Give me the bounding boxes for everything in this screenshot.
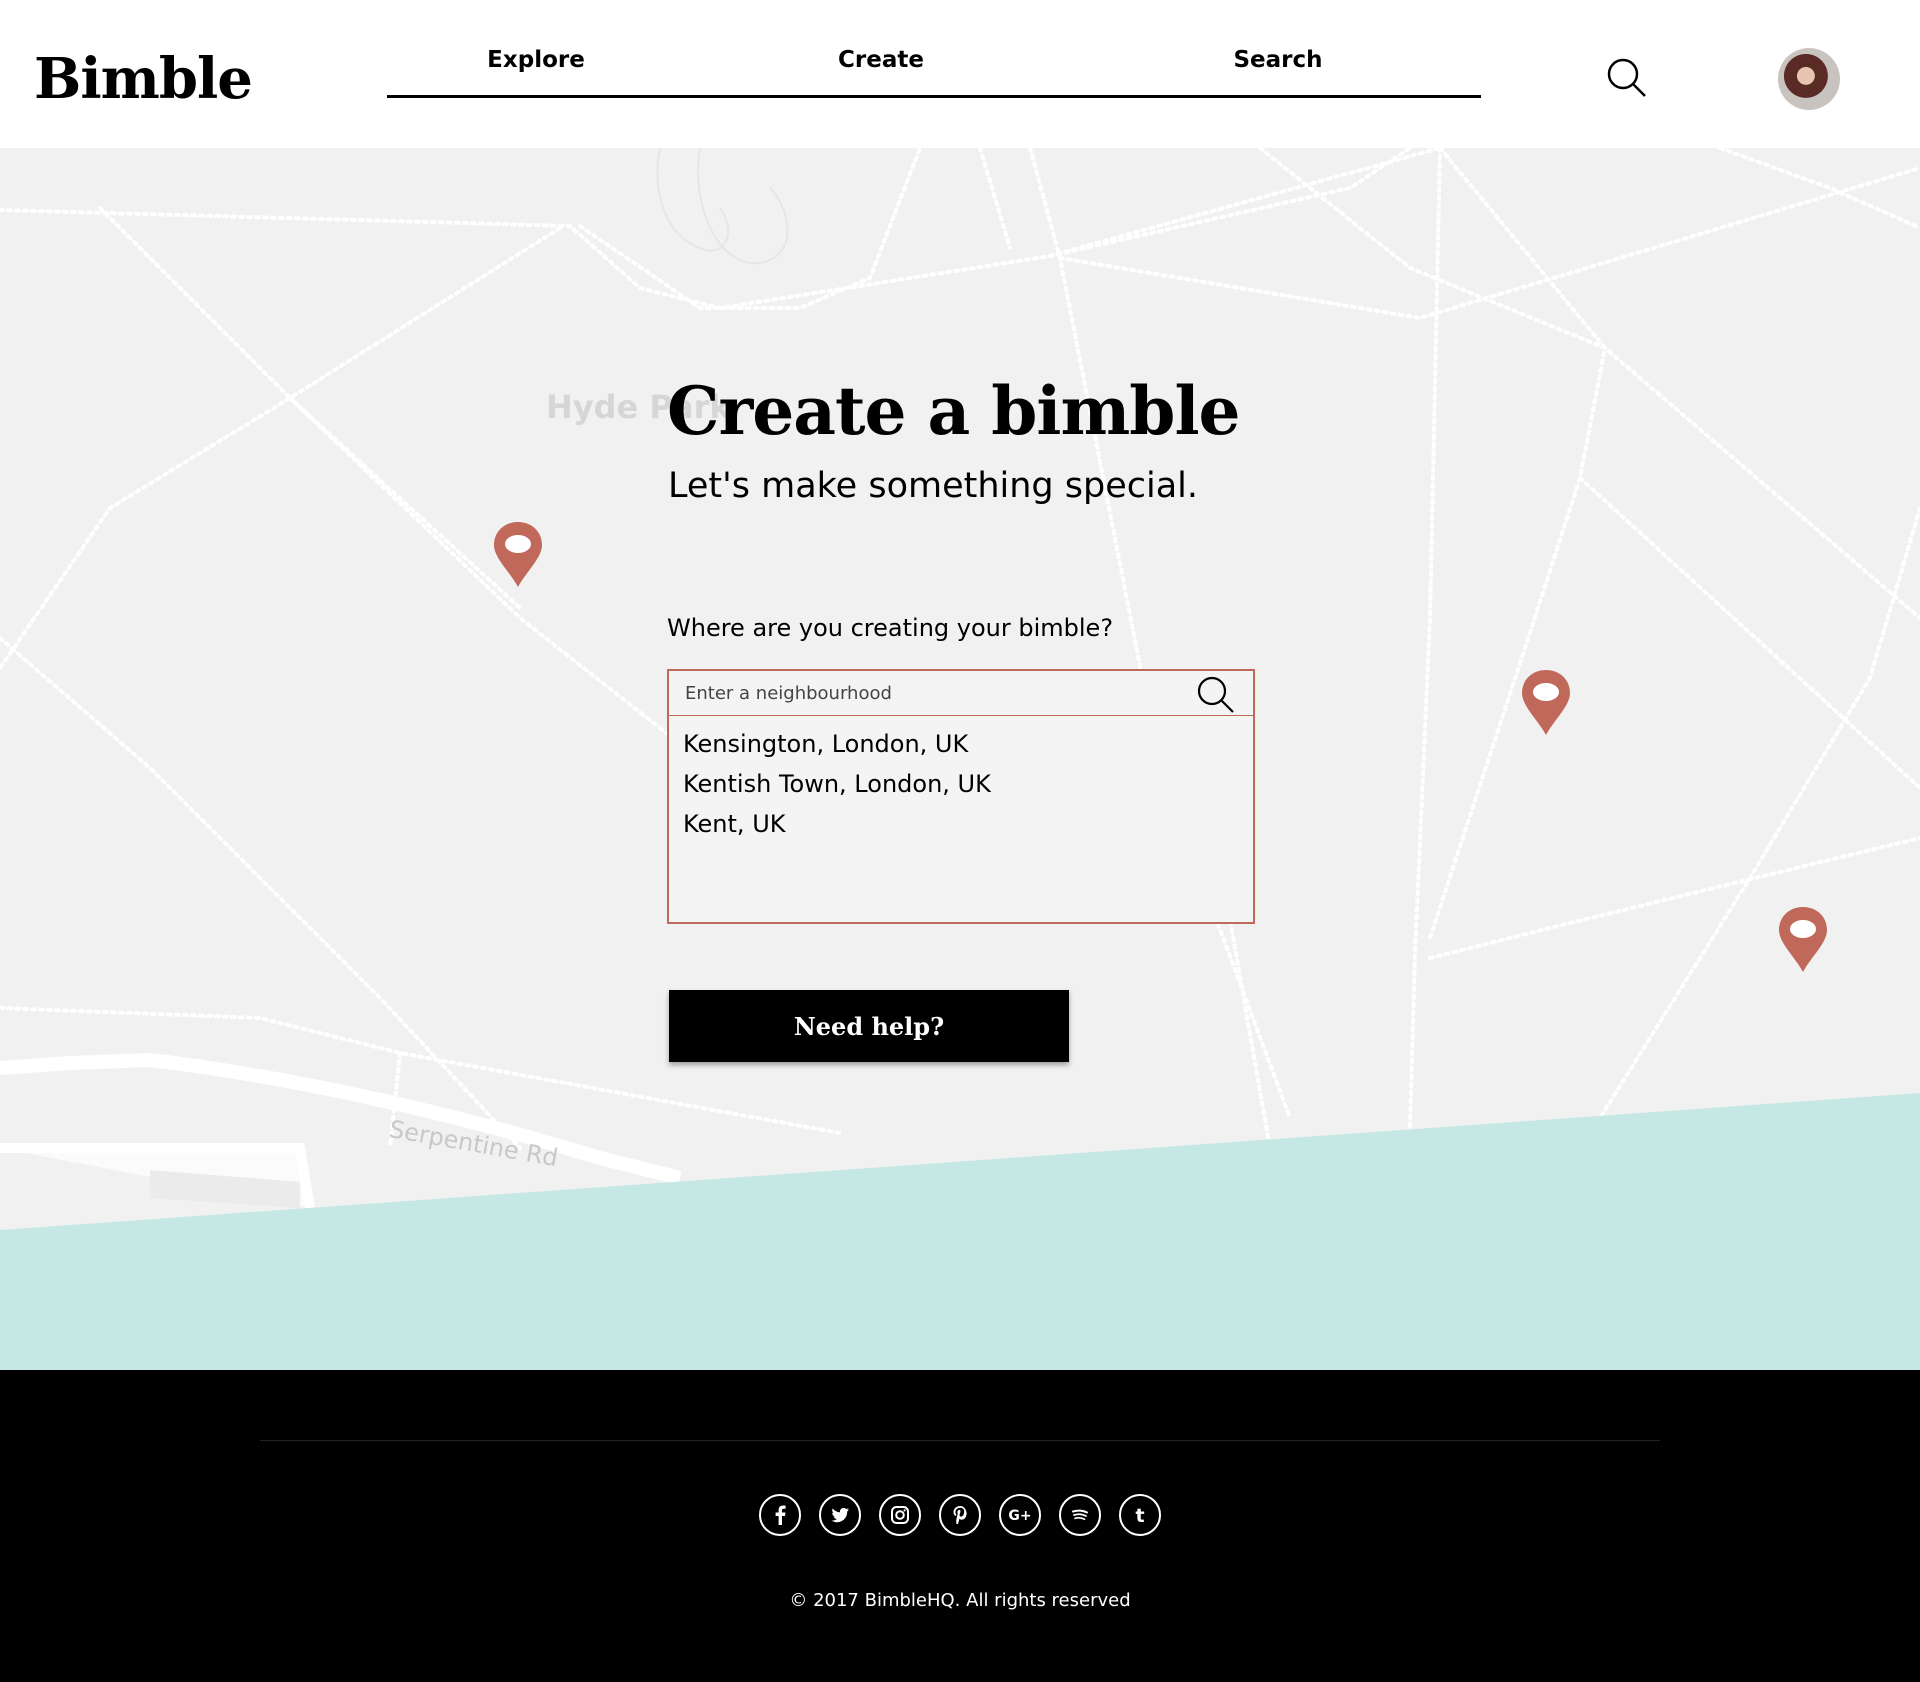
- neighbourhood-search: [667, 669, 1255, 717]
- copyright: © 2017 BimbleHQ. All rights reserved: [789, 1590, 1131, 1611]
- nav-search[interactable]: Search: [1233, 47, 1322, 73]
- suggestion-list: Kensington, London, UK Kentish Town, Lon…: [667, 716, 1255, 924]
- nav-create[interactable]: Create: [838, 47, 924, 73]
- location-question: Where are you creating your bimble?: [667, 614, 1114, 642]
- instagram-icon[interactable]: [879, 1494, 921, 1536]
- site-header: Bimble Explore Create Search: [0, 0, 1920, 148]
- pinterest-icon[interactable]: [939, 1494, 981, 1536]
- svg-text:G+: G+: [1008, 1508, 1031, 1524]
- facebook-icon[interactable]: [759, 1494, 801, 1536]
- neighbourhood-input[interactable]: [683, 671, 1183, 715]
- nav-explore[interactable]: Explore: [487, 47, 585, 73]
- spotify-icon[interactable]: [1059, 1494, 1101, 1536]
- map-pin-icon[interactable]: [491, 520, 545, 590]
- tumblr-icon[interactable]: t: [1119, 1494, 1161, 1536]
- site-footer: G+ t © 2017 BimbleHQ. All rights reserve…: [0, 1370, 1920, 1682]
- suggestion-item[interactable]: Kensington, London, UK: [669, 728, 1253, 768]
- page-subtitle: Let's make something special.: [668, 466, 1199, 506]
- search-icon[interactable]: [1605, 56, 1649, 100]
- avatar[interactable]: [1778, 48, 1840, 110]
- suggestion-item[interactable]: Kentish Town, London, UK: [669, 768, 1253, 808]
- footer-divider: [260, 1440, 1660, 1441]
- logo[interactable]: Bimble: [34, 44, 253, 114]
- map-pin-icon[interactable]: [1776, 905, 1830, 975]
- main-nav: Explore Create Search: [387, 40, 1481, 98]
- map-pin-icon[interactable]: [1519, 668, 1573, 738]
- search-icon[interactable]: [1195, 674, 1235, 714]
- svg-text:t: t: [1135, 1505, 1144, 1527]
- suggestion-item[interactable]: Kent, UK: [669, 808, 1253, 848]
- google-plus-icon[interactable]: G+: [999, 1494, 1041, 1536]
- need-help-button[interactable]: Need help?: [669, 990, 1069, 1062]
- page-title: Create a bimble: [667, 372, 1241, 450]
- twitter-icon[interactable]: [819, 1494, 861, 1536]
